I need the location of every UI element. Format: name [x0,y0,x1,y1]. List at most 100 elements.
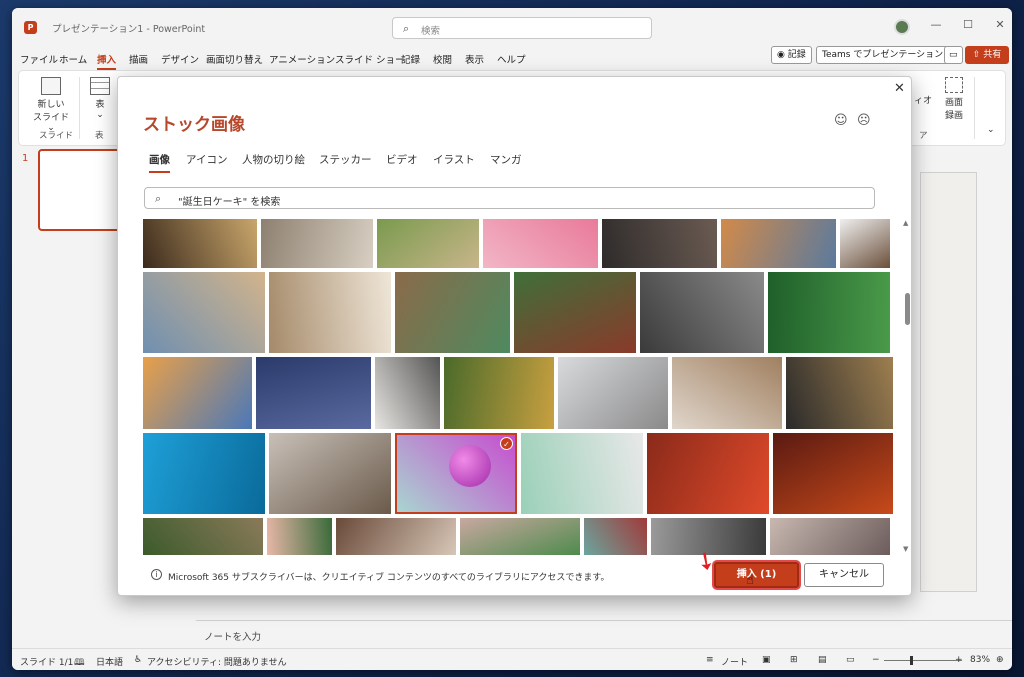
screen-recording-button[interactable]: 画面 録画 [939,77,969,121]
stock-image-business-hands[interactable] [602,219,717,268]
stock-image-woman-teal-wall[interactable] [584,518,647,555]
ribbon-separator [79,77,80,139]
new-slide-button[interactable]: 新しい スライド ⌄ [33,77,69,133]
tab-home[interactable]: ホーム [59,52,87,66]
screen-recording-icon [945,77,963,93]
tab-review[interactable]: 校閲 [433,52,452,66]
scroll-down-icon[interactable]: ▼ [903,545,908,553]
tab-animations[interactable]: アニメーション [269,52,335,66]
notes-toggle[interactable]: ノート [721,655,748,668]
stock-search-input[interactable]: ⌕ "誕生日ケーキ" を検索 [144,187,875,209]
stock-image-photo-prints-collage[interactable] [143,272,265,353]
stock-image-kettlebell-workout[interactable] [640,272,764,353]
tab-slideshow[interactable]: スライド ショー [335,52,405,66]
slideshow-icon[interactable]: ▭ [846,655,855,665]
close-icon[interactable]: ✕ [894,81,905,96]
record-button[interactable]: ◉ 記録 [771,46,812,64]
tab-view[interactable]: 表示 [465,52,484,66]
table-button[interactable]: 表 ⌄ [83,77,117,120]
stock-image-green-leaves[interactable] [768,272,890,353]
cancel-button[interactable]: キャンセル [804,563,884,587]
stock-image-people-at-laptops[interactable] [786,357,893,429]
comments-icon[interactable]: ▭ [944,46,963,64]
tab-draw[interactable]: 描画 [129,52,148,66]
tab-stickers[interactable]: ステッカー [319,152,372,167]
stock-image-pink-sphere[interactable]: ✓ [395,433,517,514]
stock-image-woman-holding-box[interactable] [261,219,373,268]
tab-help[interactable]: ヘルプ [497,52,526,66]
stock-image-city-skyline[interactable] [143,357,252,429]
normal-view-icon[interactable]: ▣ [762,655,771,665]
slide-sorter-icon[interactable]: ⊞ [790,655,798,665]
stock-image-market-stall[interactable] [460,518,580,555]
stock-image-woman-field[interactable] [770,518,890,555]
stock-image-blueberries[interactable] [256,357,371,429]
stock-image-cafe-chairs[interactable] [269,433,391,514]
zoom-level[interactable]: 83% [970,655,990,665]
ribbon-collapse-icon[interactable]: ⌄ [987,125,995,135]
stock-image-paper-figures[interactable] [521,433,643,514]
zoom-slider[interactable] [884,660,962,661]
smile-feedback-icon[interactable]: ☺ [834,113,848,128]
slide-thumbnail[interactable] [38,149,122,231]
new-slide-label-1: 新しい [37,100,65,110]
stock-image-red-smoke[interactable] [647,433,769,514]
frown-feedback-icon[interactable]: ☹ [857,113,871,128]
insert-button[interactable]: 挿入 (1) [714,562,799,588]
stock-image-pink-confetti[interactable] [483,219,598,268]
tab-insert[interactable]: 挿入 [97,52,117,70]
minimize-icon[interactable]: — [926,18,946,31]
stock-image-bakery-shelves[interactable] [336,518,456,555]
maximize-icon[interactable]: ☐ [958,18,978,31]
tab-icons[interactable]: アイコン [186,152,227,167]
tab-transitions[interactable]: 画面切り替え [206,52,263,66]
app-search-box[interactable]: ⌕ 検索 [392,17,652,39]
stock-images-dialog: ✕ ストック画像 ☺ ☹ 画像 アイコン 人物の切り絵 ステッカー ビデオ イラ… [117,76,912,596]
stock-image-theater-stage[interactable] [773,433,893,514]
tab-design[interactable]: デザイン [161,52,199,66]
zoom-out-icon[interactable]: − [872,655,880,665]
reading-view-icon[interactable]: ▤ [818,655,827,665]
spellcheck-icon[interactable]: 🕮 [74,655,85,670]
teams-present-button[interactable]: Teams でプレゼンテーション [816,46,950,64]
zoom-in-icon[interactable]: + [955,655,963,665]
stock-image-paint-palette-desk[interactable] [395,272,510,353]
tab-images[interactable]: 画像 [149,152,170,173]
language-indicator[interactable]: 日本語 [96,655,123,668]
tab-illustrations[interactable]: イラスト [433,152,475,167]
stock-image-warehouse-worker[interactable] [269,272,391,353]
stock-image-dog-in-field[interactable] [377,219,479,268]
search-placeholder: 検索 [421,26,441,37]
share-button[interactable]: ⇧ 共有 [965,46,1009,64]
stock-image-man-with-plants[interactable] [143,518,263,555]
stock-image-cactus-pink[interactable] [267,518,332,555]
tab-cutout-people[interactable]: 人物の切り絵 [242,152,305,167]
stock-image-doctor-portrait[interactable] [840,219,890,268]
image-grid-scrollbar[interactable]: ▲ ▼ [903,219,911,555]
notes-pane[interactable]: ノートを入力 [196,620,1012,646]
zoom-slider-handle[interactable] [910,656,913,665]
stock-image-basketball-player[interactable] [143,219,257,268]
stock-image-office-workspace[interactable] [558,357,668,429]
fit-to-window-icon[interactable]: ⊕ [996,655,1004,665]
close-window-icon[interactable]: ✕ [990,18,1010,31]
stock-image-desert-cactus[interactable] [721,219,836,268]
tab-record[interactable]: 記録 [401,52,420,66]
scrollbar-thumb[interactable] [905,293,910,325]
share-label: 共有 [983,50,1002,60]
stock-image-stethoscope-blue[interactable] [143,433,265,514]
slide-canvas[interactable] [920,172,977,592]
window-title: プレゼンテーション1 - PowerPoint [52,24,206,35]
stock-image-ceramic-plates[interactable] [672,357,782,429]
tab-cartoons[interactable]: マンガ [490,152,522,167]
search-icon: ⌕ [403,22,410,35]
tab-file[interactable]: ファイル [20,52,58,66]
tab-videos[interactable]: ビデオ [386,152,418,167]
user-avatar[interactable] [894,19,910,35]
stock-image-aerial-forest[interactable] [444,357,554,429]
stock-image-pagoda-garden[interactable] [514,272,636,353]
accessibility-status[interactable]: アクセシビリティ: 問題ありません [147,655,287,668]
scroll-up-icon[interactable]: ▲ [903,219,908,227]
stock-image-bed-top-view[interactable] [375,357,440,429]
stock-search-value: "誕生日ケーキ" を検索 [178,197,281,208]
